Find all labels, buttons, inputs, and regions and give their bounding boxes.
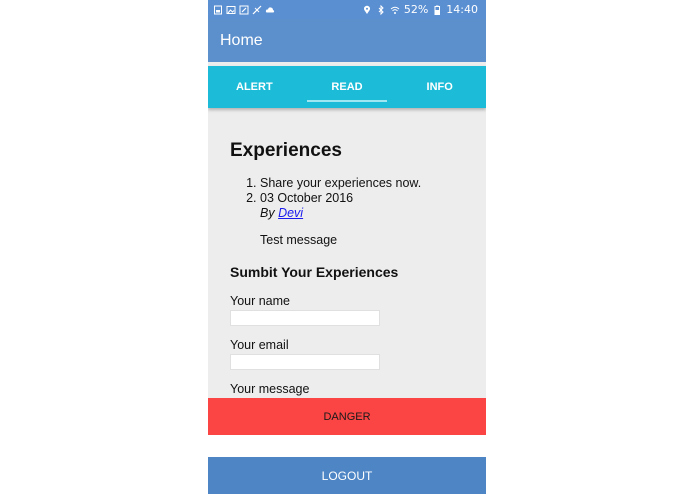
battery-icon <box>432 5 442 15</box>
edit-icon <box>239 5 249 15</box>
button-spacer <box>208 435 486 457</box>
tab-info[interactable]: INFO <box>393 66 486 108</box>
list-item: Share your experiences now. <box>260 176 475 191</box>
experience-list: Share your experiences now. 03 October 2… <box>230 176 475 248</box>
tab-alert[interactable]: ALERT <box>208 66 301 108</box>
main-content: Experiences Share your experiences now. … <box>230 140 475 434</box>
experience-message: Test message <box>260 233 338 247</box>
cloud-icon <box>265 5 275 15</box>
image-icon <box>226 5 236 15</box>
email-field[interactable] <box>230 354 380 370</box>
byline-prefix: By <box>260 206 275 220</box>
email-label: Your email <box>230 338 289 352</box>
tab-bar: ALERT READ INFO <box>208 66 486 108</box>
phone-screen: 52% 14:40 Home ALERT READ INFO Experienc… <box>208 0 486 494</box>
status-right-icons: 52% 14:40 <box>362 3 486 16</box>
list-item: 03 October 2016 By Devi Test message <box>260 191 475 248</box>
danger-button[interactable]: DANGER <box>208 398 486 435</box>
battery-percent: 52% <box>403 3 429 16</box>
byline: By Devi <box>260 206 475 221</box>
wifi-icon <box>390 5 400 15</box>
location-icon <box>362 5 372 15</box>
status-bar: 52% 14:40 <box>208 0 486 19</box>
page-title: Home <box>220 31 263 49</box>
name-field[interactable] <box>230 310 380 326</box>
app-bar: Home <box>208 19 486 62</box>
logout-button[interactable]: LOGOUT <box>208 457 486 494</box>
form-title: Sumbit Your Experiences <box>230 264 399 280</box>
no-signal-icon <box>252 5 262 15</box>
tab-read[interactable]: READ <box>301 66 394 108</box>
name-label: Your name <box>230 294 290 308</box>
section-heading: Experiences <box>230 140 342 161</box>
bluetooth-icon <box>376 4 386 15</box>
author-link[interactable]: Devi <box>278 206 303 220</box>
message-label: Your message <box>230 382 310 396</box>
experience-date: 03 October 2016 <box>260 191 354 205</box>
list-item-text: Share your experiences now. <box>260 176 422 190</box>
status-left-icons <box>208 5 275 15</box>
sim-icon <box>213 5 223 15</box>
clock: 14:40 <box>446 3 478 16</box>
